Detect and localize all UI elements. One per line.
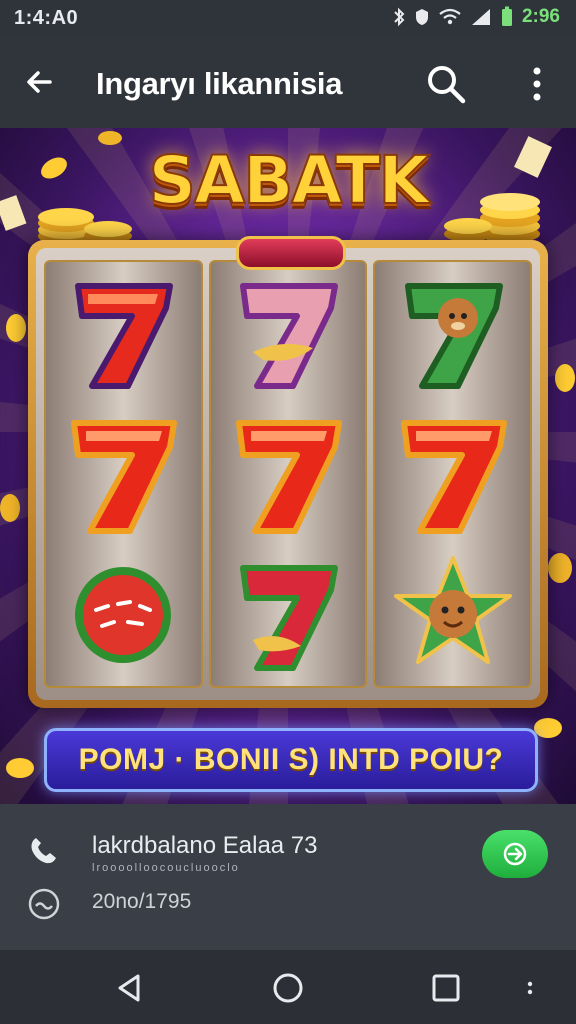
go-button[interactable]: [482, 830, 548, 878]
back-arrow-icon[interactable]: [20, 62, 60, 102]
shield-icon: [415, 9, 428, 25]
seven-symbol-icon: [236, 419, 342, 534]
bear-seven-symbol-icon: [404, 282, 503, 389]
bear-star-symbol-icon: [393, 556, 512, 665]
slot-machine-frame: [28, 240, 548, 708]
phone-call-icon: [31, 838, 56, 864]
seven-symbol-icon: [240, 565, 338, 672]
signal-icon: [471, 9, 490, 25]
nav-recents-icon[interactable]: [428, 970, 464, 1006]
status-clock: 2:96: [521, 6, 560, 27]
nav-home-icon[interactable]: [270, 970, 306, 1006]
arrow-right-icon: [503, 842, 527, 866]
seven-symbol-icon: [400, 419, 507, 534]
seven-symbol-icon: [75, 282, 174, 389]
reel: [44, 260, 203, 688]
reel-top-plate: [236, 236, 346, 270]
status-icons: 2:96: [392, 6, 560, 28]
nav-dot-icon: [527, 981, 533, 995]
promo-text: POMJ · BONII S) INTD POIU?: [78, 743, 504, 776]
search-icon[interactable]: [424, 62, 468, 106]
info-subtitle: lroooolloocoucluooclo: [92, 862, 240, 874]
seven-symbol-icon: [240, 282, 338, 389]
info-date: 20no/1795: [92, 890, 192, 913]
slot-banner[interactable]: SABATK POMJ · BONII S) INTD POIU?: [0, 128, 576, 804]
promo-bonus-button[interactable]: POMJ · BONII S) INTD POIU?: [44, 728, 538, 792]
reel: [373, 260, 533, 688]
info-panel: lakrdbalano Ealaa 73 lroooolloocoucluooc…: [0, 804, 576, 950]
status-bar: 1:4:A0 2:96: [0, 0, 576, 36]
info-title: lakrdbalano Ealaa 73: [92, 832, 318, 859]
game-logo: SABATK: [147, 141, 430, 220]
reel: [208, 260, 368, 688]
bluetooth-icon: [394, 7, 405, 27]
battery-icon: [501, 6, 512, 26]
status-time: 1:4:A0: [14, 7, 79, 29]
more-vert-icon[interactable]: [522, 62, 552, 106]
clock-icon: [28, 888, 60, 920]
wifi-icon: [439, 8, 461, 25]
nav-back-icon[interactable]: [112, 970, 148, 1006]
watermelon-symbol-icon: [75, 567, 172, 664]
seven-symbol-icon: [71, 419, 178, 534]
system-nav-bar: [0, 950, 576, 1024]
reels-area: [36, 248, 540, 700]
app-bar: Ingaryı likannisia: [0, 36, 576, 128]
page-title: Ingaryı likannisia: [96, 66, 343, 101]
